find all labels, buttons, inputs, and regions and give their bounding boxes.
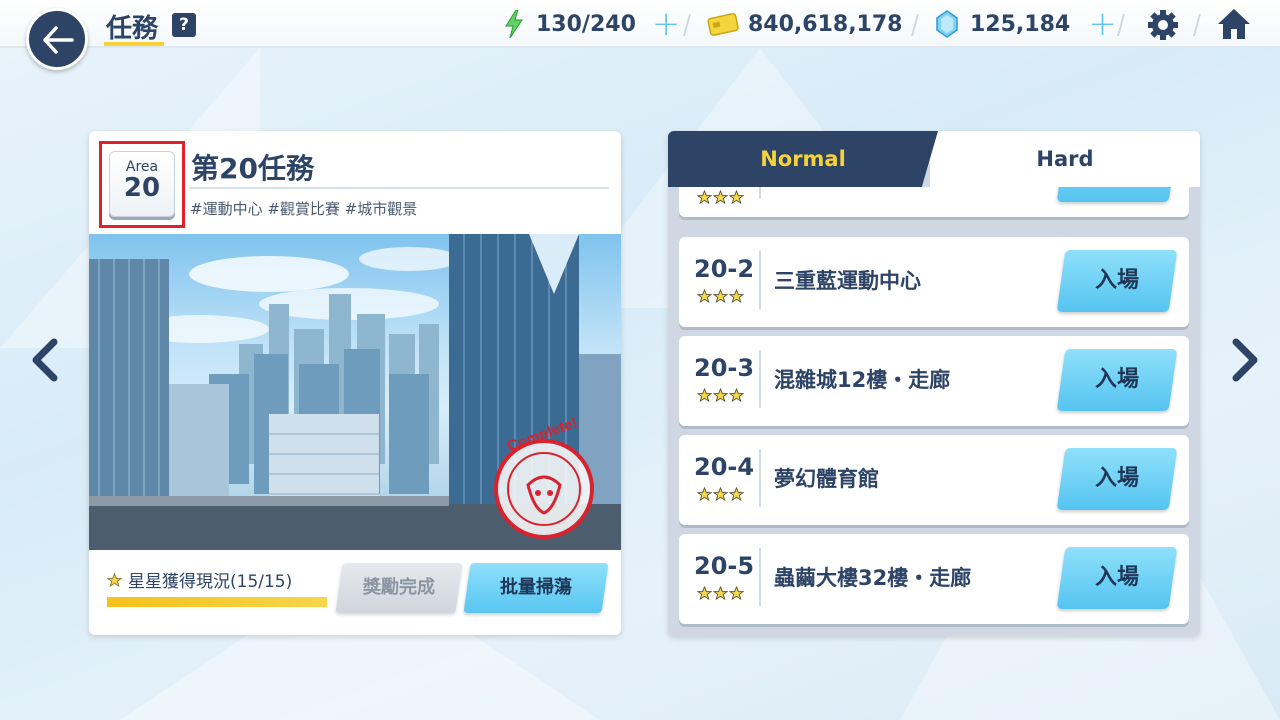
divider [911, 14, 919, 36]
stage-row: 20-3 混雜城12樓・走廊 入場 [679, 336, 1189, 426]
area-badge[interactable]: Area 20 [109, 151, 175, 217]
stage-name: 夢幻體育館 [774, 467, 879, 491]
stamina-value: 130/240 [536, 11, 636, 37]
star-icon [729, 586, 744, 600]
question-icon[interactable]: ? [172, 13, 196, 37]
stage-stars [697, 388, 744, 402]
stage-row: 20-4 夢幻體育館 入場 [679, 435, 1189, 525]
mission-tags: #運動中心 #觀賞比賽 #城市觀景 [190, 200, 418, 218]
divider [759, 548, 761, 606]
gems-resource: 125,184 + [936, 7, 1117, 41]
star-progress-fill [107, 597, 327, 607]
previous-area-arrow-icon[interactable] [28, 338, 64, 382]
star-icon [729, 289, 744, 303]
tab-normal[interactable]: Normal [668, 131, 938, 187]
gear-icon[interactable] [1146, 8, 1180, 42]
stage-row: 20-5 蟲繭大樓32樓・走廊 入場 [679, 534, 1189, 624]
star-progress-bar [107, 597, 327, 607]
star-icon [713, 586, 728, 600]
stage-name: 三重藍運動中心 [774, 269, 921, 293]
crystal-icon [936, 10, 958, 38]
star-icon [697, 190, 712, 204]
enter-button[interactable]: 入場 [1056, 547, 1178, 609]
area-info-panel: Area 20 第20任務 #運動中心 #觀賞比賽 #城市觀景 Complete… [89, 131, 621, 635]
enter-button[interactable]: 入場 [1056, 448, 1178, 510]
stage-stars [697, 487, 744, 501]
divider [189, 187, 609, 189]
area-illustration: Complete! [89, 234, 621, 550]
star-status-text: 星星獲得現況(15/15) [128, 572, 293, 592]
enter-button-label: 入場 [1094, 367, 1139, 392]
star-icon [713, 289, 728, 303]
stage-list-panel: Hard Normal 20-2 三重藍運動中心 入場 20-3 混雜城12樓・… [668, 131, 1200, 636]
enter-button-label: 入場 [1094, 466, 1139, 491]
bulk-sweep-button[interactable]: 批量掃蕩 [463, 563, 609, 613]
add-gems-button[interactable]: + [1088, 7, 1117, 41]
star-icon [713, 388, 728, 402]
star-icon [713, 190, 728, 204]
stage-stars [697, 190, 744, 204]
divider [683, 14, 691, 36]
stage-number: 20-2 [694, 255, 755, 283]
star-icon [697, 289, 712, 303]
star-status: 星星獲得現況(15/15) [107, 567, 292, 592]
star-icon [729, 487, 744, 501]
stage-row-partial [679, 187, 1189, 217]
star-icon [697, 586, 712, 600]
star-icon [729, 388, 744, 402]
title-underline [104, 42, 164, 46]
area-badge-highlight: Area 20 [99, 141, 185, 228]
enter-button[interactable]: 入場 [1056, 349, 1178, 411]
stage-name: 混雜城12樓・走廊 [774, 368, 951, 392]
star-icon [713, 487, 728, 501]
stage-list[interactable]: 20-2 三重藍運動中心 入場 20-3 混雜城12樓・走廊 入場 20-4 夢… [668, 187, 1200, 636]
stage-name: 蟲繭大樓32樓・走廊 [774, 566, 972, 590]
next-area-arrow-icon[interactable] [1226, 338, 1262, 382]
stage-number: 20-3 [694, 354, 755, 382]
back-arrow-icon [43, 26, 74, 54]
stage-stars [697, 289, 744, 303]
back-button[interactable] [26, 8, 88, 70]
lightning-icon [505, 10, 523, 38]
stage-stars [697, 586, 744, 600]
enter-button-label: 入場 [1094, 565, 1139, 590]
credit-card-icon [707, 13, 739, 36]
enter-button[interactable]: 入場 [1056, 250, 1178, 312]
reward-button-label: 獎勵完成 [363, 577, 435, 598]
divider [1117, 14, 1125, 36]
credits-value: 840,618,178 [748, 11, 903, 37]
page-title: 任務 [106, 14, 159, 44]
stamina-resource: 130/240 + [504, 7, 681, 41]
gems-value: 125,184 [970, 11, 1071, 37]
area-number: 20 [123, 173, 161, 203]
enter-button[interactable] [1056, 187, 1178, 202]
home-icon[interactable] [1216, 7, 1252, 41]
divider [759, 350, 761, 408]
star-icon [107, 572, 122, 587]
add-stamina-button[interactable]: + [652, 7, 681, 41]
stage-number: 20-5 [694, 552, 755, 580]
divider [759, 187, 761, 199]
reward-complete-button[interactable]: 獎勵完成 [335, 563, 463, 613]
stage-row: 20-2 三重藍運動中心 入場 [679, 237, 1189, 327]
tab-hard[interactable]: Hard [930, 131, 1200, 187]
star-icon [729, 190, 744, 204]
enter-button-label: 入場 [1094, 268, 1139, 293]
divider [1193, 14, 1201, 36]
star-icon [697, 388, 712, 402]
stage-number: 20-4 [694, 453, 755, 481]
divider [759, 251, 761, 309]
mission-title: 第20任務 [191, 152, 314, 185]
sweep-button-label: 批量掃蕩 [500, 577, 572, 598]
top-bar: 任務 ? 130/240 + 840,618,178 125,184 + [0, 0, 1280, 48]
credits-resource: 840,618,178 [706, 8, 902, 40]
star-icon [697, 487, 712, 501]
divider [759, 449, 761, 507]
